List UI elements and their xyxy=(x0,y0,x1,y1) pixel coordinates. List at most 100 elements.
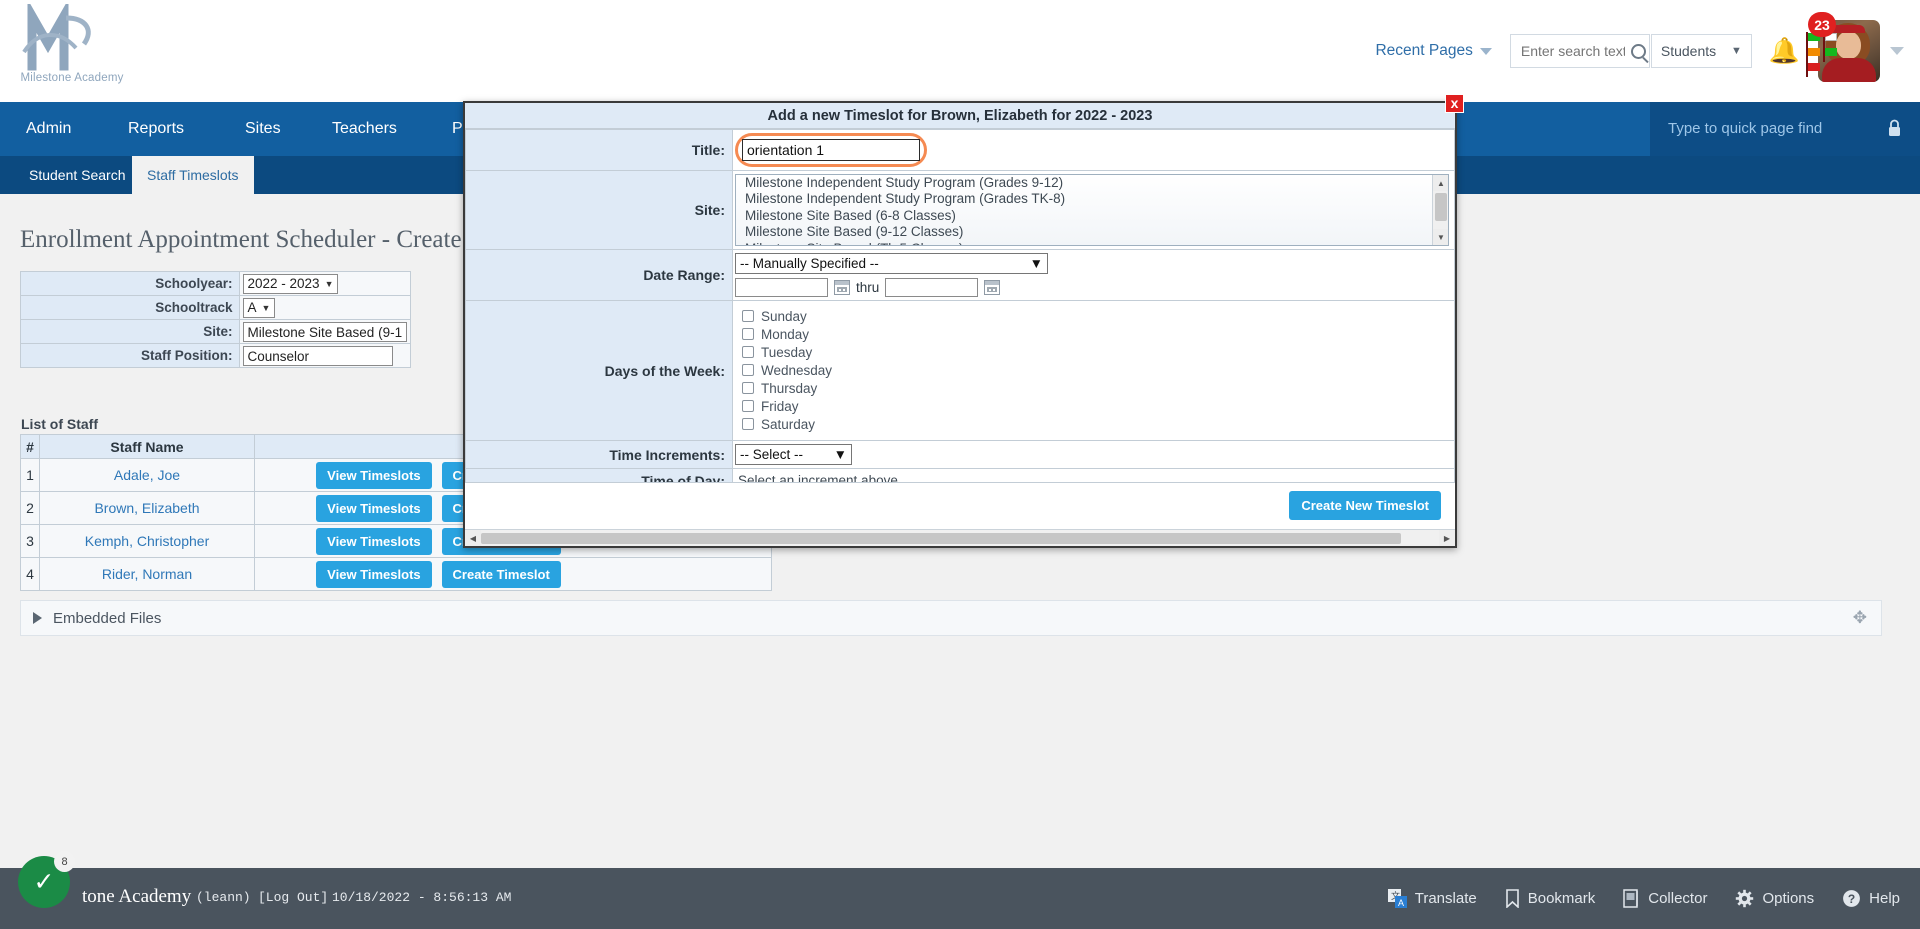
tuesday-checkbox[interactable] xyxy=(742,346,754,358)
calendar-icon[interactable] xyxy=(984,280,1001,295)
schoolyear-value: 2022 - 2023 xyxy=(247,276,320,291)
recent-pages-menu[interactable]: Recent Pages xyxy=(1375,42,1492,60)
status-check-button[interactable]: ✓ 8 xyxy=(18,851,75,908)
date-range-select[interactable]: -- Manually Specified -- ▼ xyxy=(735,253,1048,274)
day-label: Thursday xyxy=(761,380,818,396)
site-option[interactable]: Milestone Site Based (6-8 Classes) xyxy=(736,208,1448,224)
criteria-label-schoolyear: Schoolyear: xyxy=(20,271,240,296)
header-right-group: Recent Pages Students ▼ 🔔 xyxy=(1375,0,1920,102)
collector-button[interactable]: Collector xyxy=(1623,889,1707,908)
day-checkbox-row[interactable]: Friday xyxy=(737,397,1454,415)
search-icon[interactable] xyxy=(1630,43,1646,59)
lock-icon[interactable] xyxy=(1887,118,1902,138)
time-increments-select[interactable]: -- Select -- ▼ xyxy=(735,444,852,465)
site-option[interactable]: Milestone Independent Study Program (Gra… xyxy=(736,191,1448,207)
day-checkbox-row[interactable]: Monday xyxy=(737,325,1454,343)
translate-button[interactable]: 文 A Translate xyxy=(1387,889,1477,908)
scrollbar-thumb[interactable] xyxy=(1435,193,1447,221)
day-label: Saturday xyxy=(761,416,816,432)
bookmark-label: Bookmark xyxy=(1527,890,1596,907)
day-checkbox-row[interactable]: Thursday xyxy=(737,379,1454,397)
scroll-right-icon[interactable]: ▶ xyxy=(1439,530,1455,546)
staff-name-link[interactable]: Brown, Elizabeth xyxy=(94,500,199,516)
days-of-week-group: Sunday Monday Tuesday Wednesday Thursday… xyxy=(735,304,1454,437)
criteria-row-staff-position: Staff Position: Counselor xyxy=(20,343,412,368)
logo[interactable]: Milestone Academy xyxy=(14,4,130,98)
subnav-tab-staff-timeslots[interactable]: Staff Timeslots xyxy=(132,156,254,194)
site-listbox-scrollbar[interactable]: ▲ ▼ xyxy=(1432,175,1448,245)
saturday-checkbox[interactable] xyxy=(742,418,754,430)
site-listbox[interactable]: Milestone Independent Study Program (Gra… xyxy=(735,174,1449,246)
staff-position-field[interactable]: Counselor xyxy=(242,345,393,366)
staff-name-link[interactable]: Kemph, Christopher xyxy=(85,533,210,549)
embedded-files-panel[interactable]: Embedded Files ✥ xyxy=(20,600,1882,636)
user-menu-chevron-icon[interactable] xyxy=(1890,47,1904,55)
help-button[interactable]: ? Help xyxy=(1842,889,1900,908)
scroll-up-icon[interactable]: ▲ xyxy=(1433,175,1448,191)
view-timeslots-button[interactable]: View Timeslots xyxy=(316,461,432,489)
thursday-checkbox[interactable] xyxy=(742,382,754,394)
subnav-tab-student-search[interactable]: Student Search xyxy=(14,156,141,194)
row-number: 2 xyxy=(20,491,40,525)
day-checkbox-row[interactable]: Sunday xyxy=(737,307,1454,325)
search-scope-select[interactable]: Students ▼ xyxy=(1650,34,1752,68)
bookmark-button[interactable]: Bookmark xyxy=(1505,889,1596,908)
title-input[interactable] xyxy=(742,139,920,161)
modal-footer: Create New Timeslot xyxy=(465,482,1455,528)
wednesday-checkbox[interactable] xyxy=(742,364,754,376)
day-checkbox-row[interactable]: Tuesday xyxy=(737,343,1454,361)
view-timeslots-button[interactable]: View Timeslots xyxy=(316,527,432,555)
date-to-input[interactable] xyxy=(885,278,979,297)
close-icon[interactable]: x xyxy=(1445,94,1464,113)
staff-name-link[interactable]: Rider, Norman xyxy=(102,566,192,582)
date-from-input[interactable] xyxy=(735,278,828,297)
quick-page-find[interactable]: Type to quick page find xyxy=(1650,102,1920,156)
monday-checkbox[interactable] xyxy=(742,328,754,340)
day-label: Sunday xyxy=(761,308,807,324)
scrollbar-track[interactable] xyxy=(481,532,1439,544)
calendar-icon[interactable] xyxy=(834,280,850,295)
chevron-down-icon: ▼ xyxy=(1730,45,1742,57)
day-checkbox-row[interactable]: Saturday xyxy=(737,415,1454,433)
row-number: 4 xyxy=(20,557,40,591)
time-increments-value: -- Select -- xyxy=(740,447,804,462)
scroll-down-icon[interactable]: ▼ xyxy=(1433,229,1448,245)
nav-item-teachers[interactable]: Teachers xyxy=(320,102,409,156)
avatar[interactable]: 23 xyxy=(1806,12,1880,84)
staff-name-link[interactable]: Adale, Joe xyxy=(114,467,180,483)
create-new-timeslot-button[interactable]: Create New Timeslot xyxy=(1289,491,1441,520)
site-field[interactable]: Milestone Site Based (9-1 xyxy=(242,321,408,342)
schooltrack-select[interactable]: A ▼ xyxy=(242,297,276,318)
form-row-date-range: Date Range: -- Manually Specified -- ▼ t… xyxy=(465,249,1455,301)
view-timeslots-button[interactable]: View Timeslots xyxy=(316,494,432,522)
bookmark-icon xyxy=(1505,889,1519,908)
search-box[interactable] xyxy=(1509,34,1650,68)
table-row: 4 Rider, Norman View Timeslots Create Ti… xyxy=(20,557,772,591)
modal-horizontal-scrollbar[interactable]: ◀ ▶ xyxy=(465,529,1455,546)
nav-item-reports[interactable]: Reports xyxy=(116,102,196,156)
staff-section-title: List of Staff xyxy=(21,416,98,432)
logout-link[interactable]: [Log Out] xyxy=(258,890,328,905)
create-timeslot-button[interactable]: Create Timeslot xyxy=(441,560,561,588)
options-button[interactable]: Options xyxy=(1735,889,1814,908)
options-label: Options xyxy=(1762,890,1815,907)
search-input[interactable] xyxy=(1518,42,1627,60)
nav-item-sites[interactable]: Sites xyxy=(233,102,293,156)
day-label: Tuesday xyxy=(761,344,813,360)
flag-icons xyxy=(1806,32,1840,77)
site-option[interactable]: Milestone Independent Study Program (Gra… xyxy=(736,175,1448,191)
friday-checkbox[interactable] xyxy=(742,400,754,412)
sunday-checkbox[interactable] xyxy=(742,310,754,322)
nav-item-admin[interactable]: Admin xyxy=(14,102,83,156)
scroll-left-icon[interactable]: ◀ xyxy=(465,530,481,546)
notifications-bell-icon[interactable]: 🔔 xyxy=(1769,38,1800,64)
site-option[interactable]: Milestone Site Based (Tk-5 Classes) xyxy=(736,241,1448,245)
site-option[interactable]: Milestone Site Based (9-12 Classes) xyxy=(736,224,1448,240)
scrollbar-thumb[interactable] xyxy=(481,533,1401,544)
view-timeslots-button[interactable]: View Timeslots xyxy=(316,560,432,588)
move-handle-icon[interactable]: ✥ xyxy=(1853,608,1867,628)
expand-arrow-icon[interactable] xyxy=(33,612,42,624)
day-checkbox-row[interactable]: Wednesday xyxy=(737,361,1454,379)
schoolyear-select[interactable]: 2022 - 2023 ▼ xyxy=(242,273,339,294)
label-title: Title: xyxy=(465,129,733,171)
